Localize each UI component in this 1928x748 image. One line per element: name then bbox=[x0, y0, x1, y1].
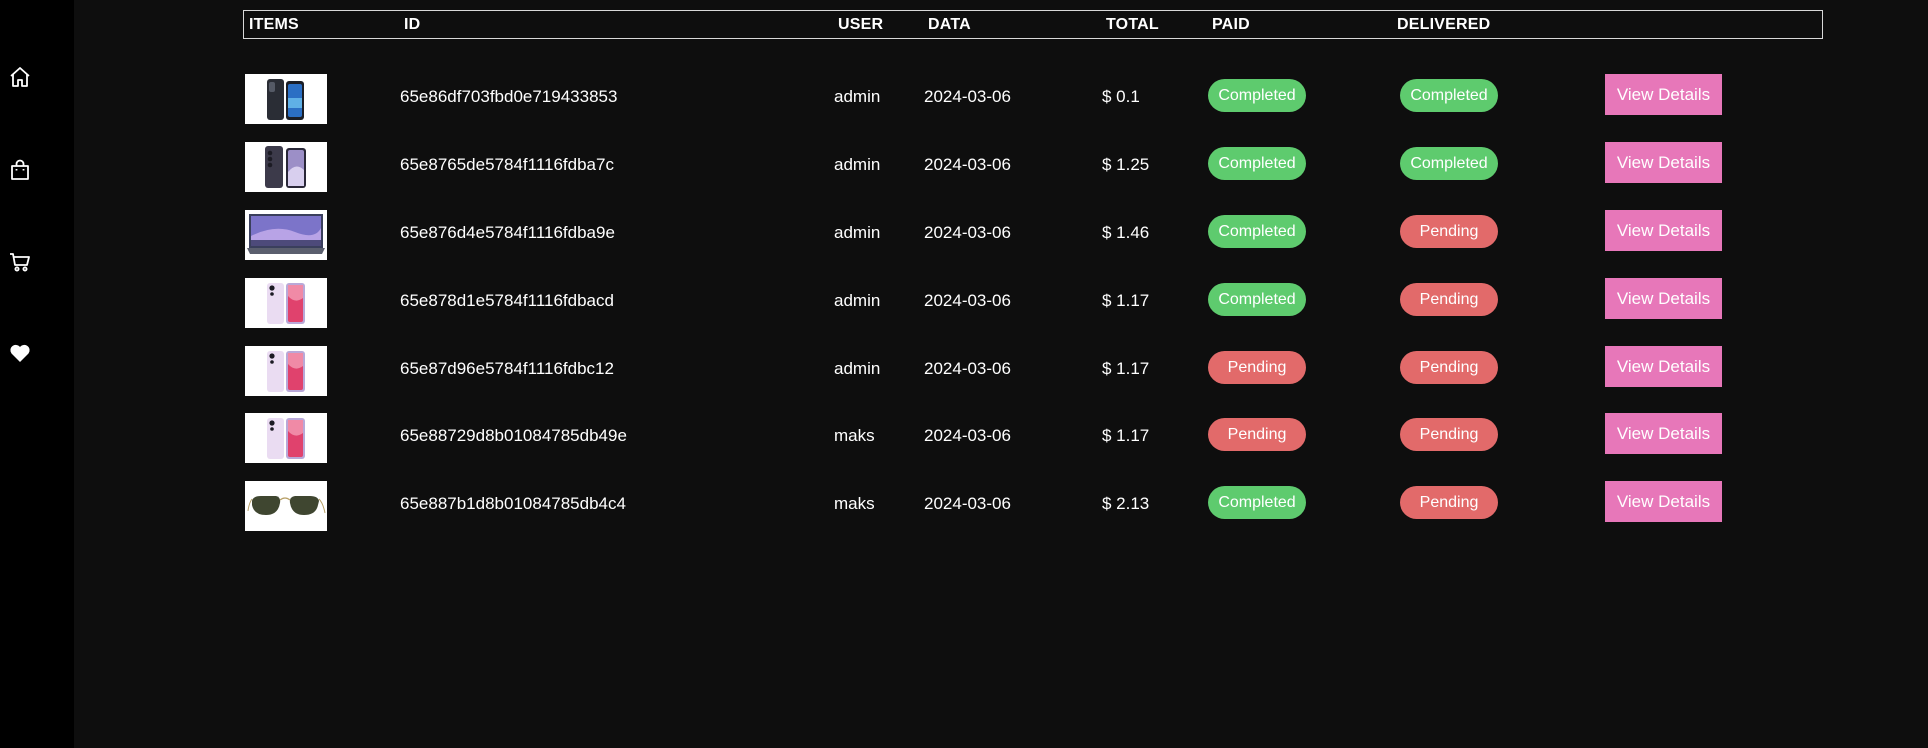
order-total: $ 1.17 bbox=[1102, 291, 1150, 310]
product-thumbnail bbox=[245, 142, 327, 192]
table-row: 65e887b1d8b01084785db4c4 maks 2024-03-06… bbox=[243, 481, 1823, 531]
header-id: ID bbox=[404, 16, 421, 33]
delivered-status-badge: Completed bbox=[1400, 147, 1498, 180]
table-row: 65e8765de5784f1116fdba7c admin 2024-03-0… bbox=[243, 142, 1823, 192]
order-id: 65e878d1e5784f1116fdbacd bbox=[400, 291, 614, 310]
delivered-status-badge: Pending bbox=[1400, 486, 1498, 519]
order-id: 65e8765de5784f1116fdba7c bbox=[400, 155, 614, 174]
table-row: 65e86df703fbd0e719433853 admin 2024-03-0… bbox=[243, 74, 1823, 124]
header-total: TOTAL bbox=[1106, 16, 1159, 33]
order-user: admin bbox=[834, 155, 881, 174]
heart-icon[interactable] bbox=[6, 339, 34, 367]
orders-table: ITEMS ID USER DATA TOTAL PAID DELIVERED … bbox=[243, 10, 1823, 531]
order-date: 2024-03-06 bbox=[924, 223, 1011, 242]
order-date: 2024-03-06 bbox=[924, 494, 1011, 513]
order-date: 2024-03-06 bbox=[924, 291, 1011, 310]
order-user: maks bbox=[834, 426, 875, 445]
paid-status-badge: Pending bbox=[1208, 418, 1306, 451]
order-id: 65e86df703fbd0e719433853 bbox=[400, 87, 618, 106]
order-total: $ 2.13 bbox=[1102, 494, 1150, 513]
paid-status-badge: Completed bbox=[1208, 79, 1306, 112]
product-thumbnail bbox=[245, 210, 327, 260]
paid-status-badge: Pending bbox=[1208, 351, 1306, 384]
order-date: 2024-03-06 bbox=[924, 87, 1011, 106]
table-row: 65e87d96e5784f1116fdbc12 admin 2024-03-0… bbox=[243, 346, 1823, 396]
paid-status-badge: Completed bbox=[1208, 283, 1306, 316]
order-total: $ 0.1 bbox=[1102, 87, 1140, 106]
paid-status-badge: Completed bbox=[1208, 486, 1306, 519]
order-user: admin bbox=[834, 223, 881, 242]
order-id: 65e88729d8b01084785db49e bbox=[400, 426, 627, 445]
header-items: ITEMS bbox=[249, 16, 299, 33]
view-details-button[interactable]: View Details bbox=[1605, 74, 1722, 115]
view-details-button[interactable]: View Details bbox=[1605, 413, 1722, 454]
header-delivered: DELIVERED bbox=[1397, 16, 1491, 33]
table-row: 65e876d4e5784f1116fdba9e admin 2024-03-0… bbox=[243, 210, 1823, 260]
view-details-button[interactable]: View Details bbox=[1605, 278, 1722, 319]
shopping-bag-icon[interactable] bbox=[6, 156, 34, 184]
table-row: 65e878d1e5784f1116fdbacd admin 2024-03-0… bbox=[243, 278, 1823, 328]
order-id: 65e887b1d8b01084785db4c4 bbox=[400, 494, 626, 513]
product-thumbnail bbox=[245, 481, 327, 531]
order-date: 2024-03-06 bbox=[924, 155, 1011, 174]
delivered-status-badge: Completed bbox=[1400, 79, 1498, 112]
view-details-button[interactable]: View Details bbox=[1605, 210, 1722, 251]
order-user: admin bbox=[834, 291, 881, 310]
table-header: ITEMS ID USER DATA TOTAL PAID DELIVERED bbox=[243, 10, 1823, 39]
header-paid: PAID bbox=[1212, 16, 1250, 33]
delivered-status-badge: Pending bbox=[1400, 351, 1498, 384]
order-total: $ 1.17 bbox=[1102, 359, 1150, 378]
product-thumbnail bbox=[245, 346, 327, 396]
home-icon[interactable] bbox=[6, 63, 34, 91]
delivered-status-badge: Pending bbox=[1400, 418, 1498, 451]
order-id: 65e876d4e5784f1116fdba9e bbox=[400, 223, 615, 242]
paid-status-badge: Completed bbox=[1208, 147, 1306, 180]
order-user: admin bbox=[834, 359, 881, 378]
table-row: 65e88729d8b01084785db49e maks 2024-03-06… bbox=[243, 413, 1823, 463]
order-id: 65e87d96e5784f1116fdbc12 bbox=[400, 359, 614, 378]
order-date: 2024-03-06 bbox=[924, 426, 1011, 445]
order-user: maks bbox=[834, 494, 875, 513]
header-user: USER bbox=[838, 16, 884, 33]
paid-status-badge: Completed bbox=[1208, 215, 1306, 248]
product-thumbnail bbox=[245, 278, 327, 328]
order-total: $ 1.17 bbox=[1102, 426, 1150, 445]
order-total: $ 1.46 bbox=[1102, 223, 1150, 242]
sidebar bbox=[0, 0, 74, 748]
order-user: admin bbox=[834, 87, 881, 106]
header-data: DATA bbox=[928, 16, 971, 33]
view-details-button[interactable]: View Details bbox=[1605, 142, 1722, 183]
delivered-status-badge: Pending bbox=[1400, 215, 1498, 248]
delivered-status-badge: Pending bbox=[1400, 283, 1498, 316]
product-thumbnail bbox=[245, 413, 327, 463]
view-details-button[interactable]: View Details bbox=[1605, 346, 1722, 387]
cart-icon[interactable] bbox=[6, 248, 34, 276]
order-total: $ 1.25 bbox=[1102, 155, 1150, 174]
order-date: 2024-03-06 bbox=[924, 359, 1011, 378]
view-details-button[interactable]: View Details bbox=[1605, 481, 1722, 522]
product-thumbnail bbox=[245, 74, 327, 124]
